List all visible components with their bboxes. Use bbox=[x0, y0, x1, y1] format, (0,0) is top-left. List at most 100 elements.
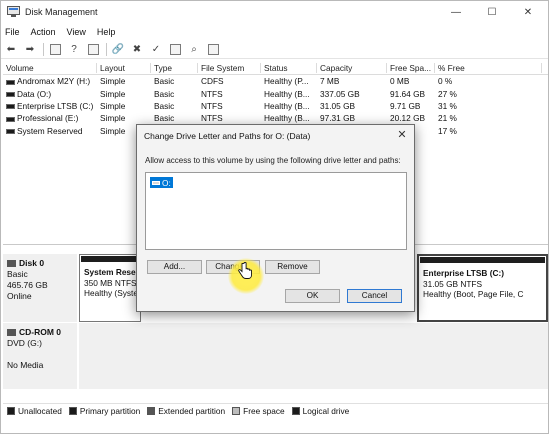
maximize-button[interactable]: ☐ bbox=[473, 1, 511, 23]
menu-view[interactable]: View bbox=[67, 27, 86, 37]
toolbar-separator bbox=[106, 43, 107, 56]
cdrom-state: No Media bbox=[7, 360, 44, 370]
legend: Unallocated Primary partition Extended p… bbox=[3, 403, 548, 417]
legend-primary-partition: Primary partition bbox=[68, 406, 140, 416]
cdrom-type: DVD (G:) bbox=[7, 338, 42, 348]
free-space-cell: 91.64 GB bbox=[390, 88, 426, 99]
status-cell: Healthy (B... bbox=[264, 88, 310, 99]
status-cell: Healthy (P... bbox=[264, 76, 309, 87]
disk-icon bbox=[7, 260, 16, 268]
column-header-capacity[interactable]: Capacity bbox=[317, 63, 387, 73]
cancel-button[interactable]: Cancel bbox=[347, 289, 402, 303]
volume-cell: Data (O:) bbox=[3, 89, 97, 99]
partition-enterprise-ltsb[interactable]: Enterprise LTSB (C:) 31.05 GB NTFS Healt… bbox=[417, 254, 548, 322]
cd-rom-0-label[interactable]: CD-ROM 0 DVD (G:) No Media bbox=[3, 323, 77, 389]
connect-icon[interactable]: 🔗 bbox=[111, 43, 125, 57]
percent-free-cell: 0 % bbox=[438, 76, 453, 87]
list-item[interactable]: O: bbox=[150, 177, 173, 188]
layout-cell: Simple bbox=[100, 76, 126, 87]
type-cell: Basic bbox=[154, 76, 175, 87]
window-title: Disk Management bbox=[25, 7, 98, 17]
menu-file[interactable]: File bbox=[5, 27, 20, 37]
partition-name: Enterprise LTSB (C:) bbox=[423, 268, 504, 278]
view-icon[interactable] bbox=[206, 43, 220, 57]
status-cell: Healthy (B... bbox=[264, 100, 310, 111]
partition-system-reserved[interactable]: System Rese 350 MB NTFS Healthy (Syste bbox=[79, 254, 141, 322]
table-row[interactable]: Enterprise LTSB (C:) Simple Basic NTFS H… bbox=[3, 100, 548, 112]
legend-swatch bbox=[68, 406, 77, 415]
column-header-type[interactable]: Type bbox=[151, 63, 198, 73]
file-system-cell: NTFS bbox=[201, 100, 223, 111]
add-button[interactable]: Add... bbox=[147, 260, 202, 274]
legend-swatch bbox=[291, 406, 300, 415]
legend-logical-drive: Logical drive bbox=[291, 406, 349, 416]
partition-bar bbox=[420, 257, 545, 263]
percent-free-cell: 27 % bbox=[438, 88, 457, 99]
partition-name: System Rese bbox=[84, 267, 136, 277]
volume-cell: Professional (E:) bbox=[3, 113, 97, 123]
delete-icon[interactable]: ✖ bbox=[130, 43, 144, 57]
help-icon[interactable]: ? bbox=[67, 43, 81, 57]
drive-letter-list[interactable]: O: bbox=[145, 172, 407, 250]
layout-cell: Simple bbox=[100, 88, 126, 99]
disk-0-label[interactable]: Disk 0 Basic 465.76 GB Online bbox=[3, 254, 77, 322]
legend-extended-partition: Extended partition bbox=[147, 406, 225, 416]
disk-type: Basic bbox=[7, 269, 28, 279]
table-row[interactable]: Andromax M2Y (H:) Simple Basic CDFS Heal… bbox=[3, 75, 548, 87]
column-header-file-system[interactable]: File System bbox=[198, 63, 261, 73]
title-bar: Disk Management — ☐ ✕ bbox=[1, 1, 548, 23]
percent-free-cell: 31 % bbox=[438, 100, 457, 111]
close-window-button[interactable]: ✕ bbox=[509, 1, 547, 23]
layout-cell: Simple bbox=[100, 100, 126, 111]
legend-free-space: Free space bbox=[232, 406, 285, 416]
back-arrow-icon[interactable]: ⬅ bbox=[4, 43, 18, 57]
capacity-cell: 337.05 GB bbox=[320, 88, 360, 99]
volume-icon bbox=[6, 129, 15, 135]
hand-pointer-icon bbox=[238, 262, 252, 279]
dialog-title: Change Drive Letter and Paths for O: (Da… bbox=[144, 131, 311, 141]
volume-icon bbox=[6, 79, 15, 85]
partition-size: 350 MB NTFS bbox=[84, 277, 137, 288]
menu-action[interactable]: Action bbox=[31, 27, 56, 37]
column-header-volume[interactable]: Volume bbox=[3, 63, 97, 73]
column-header-status[interactable]: Status bbox=[261, 63, 317, 73]
capacity-cell: 7 MB bbox=[320, 76, 340, 87]
properties-icon[interactable] bbox=[48, 43, 62, 57]
capacity-cell: 31.05 GB bbox=[320, 100, 356, 111]
console-icon[interactable] bbox=[86, 43, 100, 57]
free-space-cell: 20.12 GB bbox=[390, 113, 426, 124]
cd-rom-icon bbox=[7, 329, 16, 337]
menu-bar: File Action View Help bbox=[1, 24, 548, 40]
check-icon[interactable]: ✓ bbox=[149, 43, 163, 57]
legend-unallocated: Unallocated bbox=[7, 406, 62, 416]
type-cell: Basic bbox=[154, 100, 175, 111]
disk-management-app-icon bbox=[7, 6, 20, 17]
dialog-close-button[interactable]: ✕ bbox=[395, 128, 409, 142]
column-header-percent-free[interactable]: % Free bbox=[435, 63, 542, 73]
search-icon[interactable]: ⌕ bbox=[187, 43, 201, 57]
legend-swatch bbox=[7, 406, 15, 415]
menu-help[interactable]: Help bbox=[97, 27, 116, 37]
table-row[interactable]: Professional (E:) Simple Basic NTFS Heal… bbox=[3, 112, 548, 124]
volume-table-header: Volume Layout Type File System Status Ca… bbox=[3, 62, 548, 75]
open-folder-icon[interactable] bbox=[168, 43, 182, 57]
partition-bar bbox=[81, 256, 139, 262]
toolbar: ⬅ ➡ ? 🔗 ✖ ✓ ⌕ bbox=[1, 41, 548, 59]
ok-button[interactable]: OK bbox=[285, 289, 340, 303]
volume-cell: System Reserved bbox=[3, 126, 97, 136]
type-cell: Basic bbox=[154, 113, 175, 124]
remove-button[interactable]: Remove bbox=[265, 260, 320, 274]
cd-rom-region[interactable] bbox=[79, 323, 548, 389]
disk-state: Online bbox=[7, 291, 32, 301]
file-system-cell: NTFS bbox=[201, 113, 223, 124]
minimize-button[interactable]: — bbox=[437, 1, 475, 23]
table-row[interactable]: Data (O:) Simple Basic NTFS Healthy (B..… bbox=[3, 87, 548, 99]
free-space-cell: 9.71 GB bbox=[390, 100, 421, 111]
drive-icon bbox=[152, 180, 160, 185]
layout-cell: Simple bbox=[100, 113, 126, 124]
column-header-layout[interactable]: Layout bbox=[97, 63, 151, 73]
dialog-description: Allow access to this volume by using the… bbox=[145, 156, 401, 165]
partition-status: Healthy (Boot, Page File, C bbox=[423, 289, 524, 299]
column-header-free-space[interactable]: Free Spa... bbox=[387, 63, 435, 73]
forward-arrow-icon[interactable]: ➡ bbox=[23, 43, 37, 57]
